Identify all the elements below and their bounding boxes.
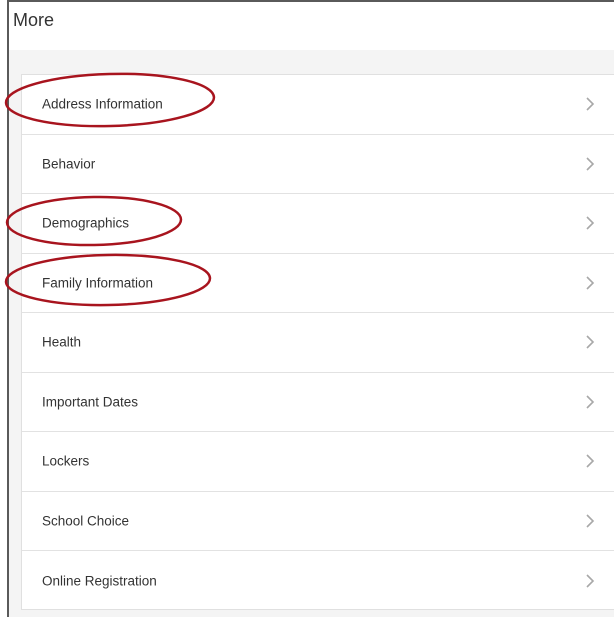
menu-item-label: Behavior	[42, 156, 96, 172]
menu-item-school-choice[interactable]: School Choice	[22, 492, 614, 551]
header: More	[9, 2, 614, 50]
menu-item-label: Lockers	[42, 453, 90, 469]
menu-item-online-registration[interactable]: Online Registration	[22, 551, 614, 611]
chevron-right-icon	[586, 514, 595, 528]
chevron-right-icon	[586, 395, 595, 409]
menu-item-label: School Choice	[42, 513, 130, 529]
chevron-right-icon	[586, 216, 595, 230]
chevron-right-icon	[586, 276, 595, 290]
menu-item-label: Health	[42, 334, 82, 350]
page-title: More	[13, 10, 55, 30]
menu-item-label: Family Information	[42, 275, 154, 291]
chevron-right-icon	[586, 97, 595, 111]
more-menu-list: Address Information Behavior Demographic…	[21, 74, 614, 610]
chevron-right-icon	[586, 454, 595, 468]
chevron-right-icon	[586, 574, 595, 588]
menu-item-label: Important Dates	[42, 394, 139, 410]
menu-item-lockers[interactable]: Lockers	[22, 432, 614, 492]
menu-item-behavior[interactable]: Behavior	[22, 135, 614, 194]
menu-item-health[interactable]: Health	[22, 313, 614, 373]
menu-item-label: Online Registration	[42, 573, 157, 589]
menu-item-label: Demographics	[42, 215, 130, 231]
chevron-right-icon	[586, 335, 595, 349]
menu-item-address-information[interactable]: Address Information	[22, 75, 614, 135]
menu-item-label: Address Information	[42, 96, 163, 112]
app-frame: More Address Information Behavior Demogr…	[7, 0, 614, 617]
menu-item-family-information[interactable]: Family Information	[22, 254, 614, 313]
menu-item-important-dates[interactable]: Important Dates	[22, 373, 614, 432]
menu-item-demographics[interactable]: Demographics	[22, 194, 614, 254]
chevron-right-icon	[586, 157, 595, 171]
